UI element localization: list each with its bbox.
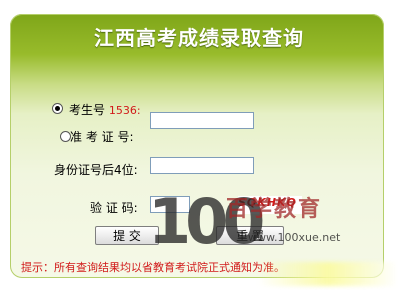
option-exam-number-prefix: 1536:	[108, 104, 141, 117]
id-last4-label: 身份证号后4位:	[54, 163, 138, 177]
corner-glow	[258, 262, 398, 286]
exam-number-input[interactable]	[150, 112, 254, 129]
option-admission-ticket-label: 准 考 证 号:	[70, 130, 134, 144]
id-last4-input[interactable]	[150, 157, 254, 174]
captcha-label: 验 证 码:	[90, 201, 138, 215]
tip-text: 提示：所有查询结果均以省教育考试院正式通知为准。	[21, 261, 285, 274]
reset-button[interactable]: 重 置	[216, 226, 284, 245]
submit-button[interactable]: 提 交	[95, 226, 159, 245]
captcha-input[interactable]	[150, 196, 190, 213]
page-title: 江西高考成绩录取查询	[94, 26, 304, 50]
page: 江西高考成绩录取查询 考生号 1536: 准 考 证 号: 身份证号后4位: 验…	[0, 0, 398, 290]
captcha-image[interactable]: SQKHKQ	[238, 196, 302, 214]
option-exam-number-label: 考生号	[69, 103, 106, 117]
option-exam-number: 考生号 1536:	[69, 101, 141, 118]
query-panel	[10, 14, 384, 278]
radio-exam-number[interactable]	[52, 103, 63, 114]
